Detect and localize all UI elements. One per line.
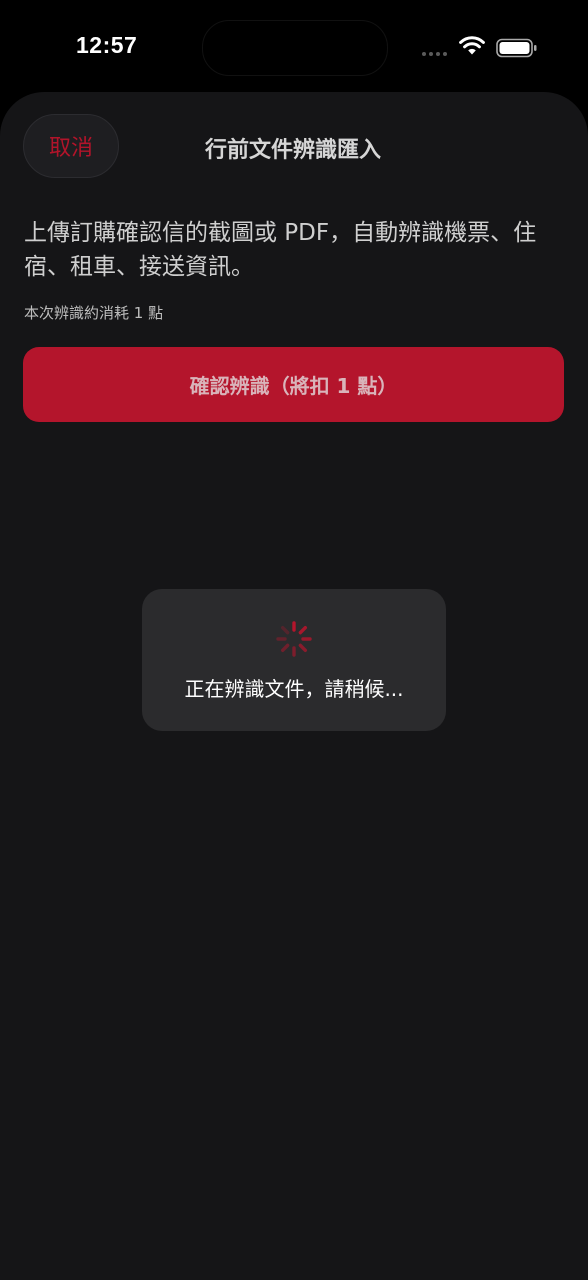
signal-icon (422, 52, 447, 56)
status-time: 12:57 (76, 32, 138, 58)
battery-icon (496, 38, 537, 58)
dynamic-island (202, 20, 388, 76)
wifi-icon (459, 36, 485, 55)
status-bar: 12:57 (0, 0, 588, 92)
loading-overlay: 正在辨識文件，請稍候... (142, 589, 446, 731)
spinner-icon (276, 621, 312, 657)
import-sheet: 取消 行前文件辨識匯入 上傳訂購確認信的截圖或 PDF，自動辨識機票、住宿、租車… (0, 92, 588, 1280)
loading-message: 正在辨識文件，請稍候... (184, 677, 404, 701)
description-text: 上傳訂購確認信的截圖或 PDF，自動辨識機票、住宿、租車、接送資訊。 (24, 220, 537, 280)
cancel-button[interactable]: 取消 (23, 114, 119, 178)
cost-note: 本次辨識約消耗 1 點 (24, 304, 164, 322)
page-title: 行前文件辨識匯入 (204, 138, 381, 163)
confirm-recognition-button[interactable]: 確認辨識（將扣 1 點） (23, 347, 564, 422)
